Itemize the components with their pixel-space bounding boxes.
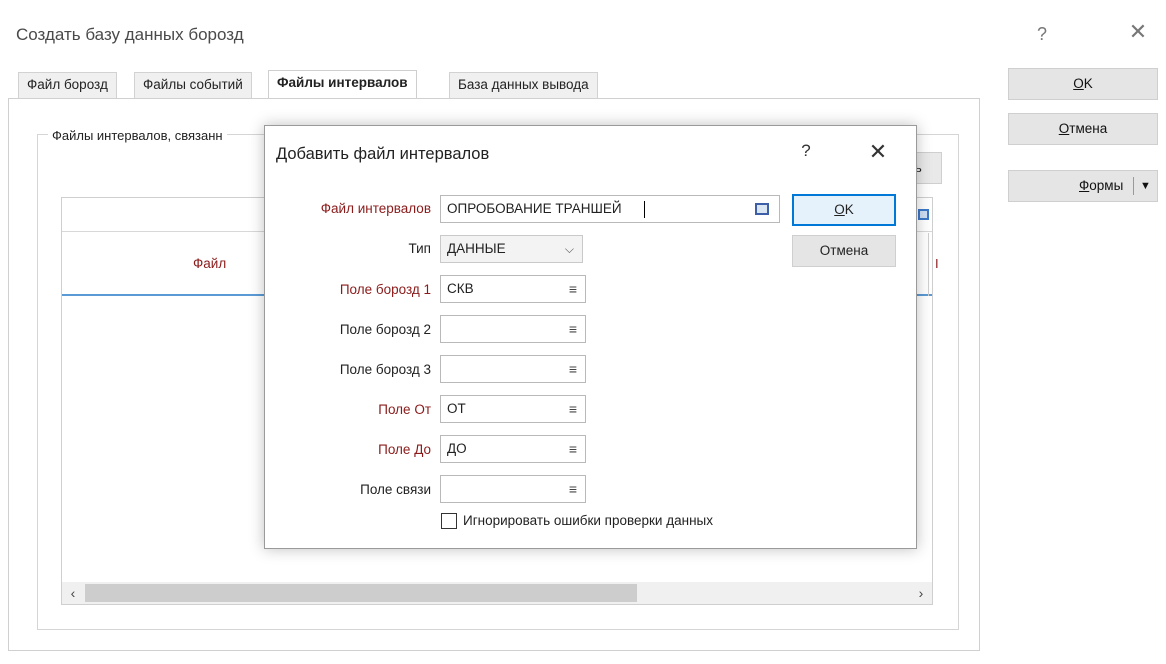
cancel-label: тмена [1069, 121, 1108, 136]
dialog-ok-mnemonic: O [834, 202, 845, 217]
hole-field-2-input[interactable]: ≡ [440, 315, 586, 343]
label-to-field: Поле До [378, 442, 431, 457]
label-link-field: Поле связи [360, 482, 431, 497]
field-list-icon[interactable]: ≡ [569, 356, 577, 382]
interval-file-value: ОПРОБОВАНИЕ ТРАНШЕЙ [447, 201, 622, 216]
ignore-errors-checkbox[interactable] [441, 513, 457, 529]
field-list-icon[interactable]: ≡ [569, 276, 577, 302]
label-hole-field-1: Поле борозд 1 [339, 282, 431, 297]
group-title: Файлы интервалов, связанн [48, 128, 227, 143]
label-interval-file: Файл интервалов [320, 201, 431, 216]
forms-separator [1133, 177, 1134, 195]
dropdown-arrow-icon[interactable]: ▼ [1140, 171, 1151, 201]
forms-mnemonic: Ф [1079, 178, 1090, 193]
close-icon[interactable]: ✕ [1126, 21, 1150, 43]
label-hole-field-2: Поле борозд 2 [339, 322, 431, 337]
column-chooser-icon[interactable] [918, 209, 929, 220]
tab-hole-file[interactable]: Файл борозд [18, 72, 117, 98]
scroll-left-icon[interactable]: ‹ [64, 583, 82, 603]
tab-interval-files[interactable]: Файлы интервалов [268, 70, 417, 99]
cancel-button[interactable]: Отмена [1008, 113, 1158, 145]
ok-label: K [1083, 76, 1093, 91]
help-button[interactable]: ? [1030, 24, 1054, 44]
column-divider [928, 233, 929, 296]
forms-button[interactable]: Формы ▼ [1008, 170, 1158, 202]
field-list-icon[interactable]: ≡ [569, 436, 577, 462]
ok-button[interactable]: OK [1008, 68, 1158, 100]
label-from-field: Поле От [378, 402, 431, 417]
window-title: Создать базу данных борозд [16, 25, 244, 44]
hole-field-1-input[interactable]: СКВ ≡ [440, 275, 586, 303]
scrollbar-thumb[interactable] [85, 584, 637, 602]
dialog-cancel-button[interactable]: Отмена [792, 235, 896, 267]
field-list-icon[interactable]: ≡ [569, 396, 577, 422]
to-field-input[interactable]: ДО ≡ [440, 435, 586, 463]
forms-label: Формы [1079, 171, 1123, 201]
forms-label-rest: ормы [1089, 178, 1124, 193]
type-select[interactable]: ДАННЫЕ ⌵ [440, 235, 583, 263]
type-value: ДАННЫЕ [447, 241, 506, 256]
field-list-icon[interactable]: ≡ [569, 316, 577, 342]
text-cursor [644, 201, 645, 218]
from-field-input[interactable]: ОТ ≡ [440, 395, 586, 423]
dialog-close-icon[interactable]: ✕ [866, 139, 890, 165]
hole-field-1-value: СКВ [447, 281, 474, 296]
cancel-mnemonic: О [1058, 121, 1070, 136]
chevron-down-icon: ⌵ [564, 242, 574, 256]
column-header-next[interactable]: I [935, 256, 939, 271]
dialog-help-button[interactable]: ? [796, 141, 816, 161]
link-field-input[interactable]: ≡ [440, 475, 586, 503]
ignore-errors-label[interactable]: Игнорировать ошибки проверки данных [463, 513, 713, 528]
scroll-right-icon[interactable]: › [912, 583, 930, 603]
tab-event-files[interactable]: Файлы событий [134, 72, 252, 98]
label-type: Тип [408, 241, 431, 256]
dialog-ok-label: K [844, 202, 854, 217]
ok-mnemonic: O [1073, 76, 1084, 91]
interval-file-input[interactable]: ОПРОБОВАНИЕ ТРАНШЕЙ [440, 195, 780, 223]
main-window: Создать базу данных борозд ? ✕ Файл боро… [0, 0, 1166, 664]
hole-field-3-input[interactable]: ≡ [440, 355, 586, 383]
dialog-ok-button[interactable]: OK [792, 194, 896, 226]
from-field-value: ОТ [447, 401, 466, 416]
to-field-value: ДО [447, 441, 467, 456]
dialog-title: Добавить файл интервалов [276, 145, 490, 163]
tab-output-database[interactable]: База данных вывода [449, 72, 598, 98]
browse-file-icon[interactable] [755, 203, 769, 215]
field-list-icon[interactable]: ≡ [569, 476, 577, 502]
column-header-file[interactable]: Файл [193, 256, 226, 271]
label-hole-field-3: Поле борозд 3 [339, 362, 431, 377]
